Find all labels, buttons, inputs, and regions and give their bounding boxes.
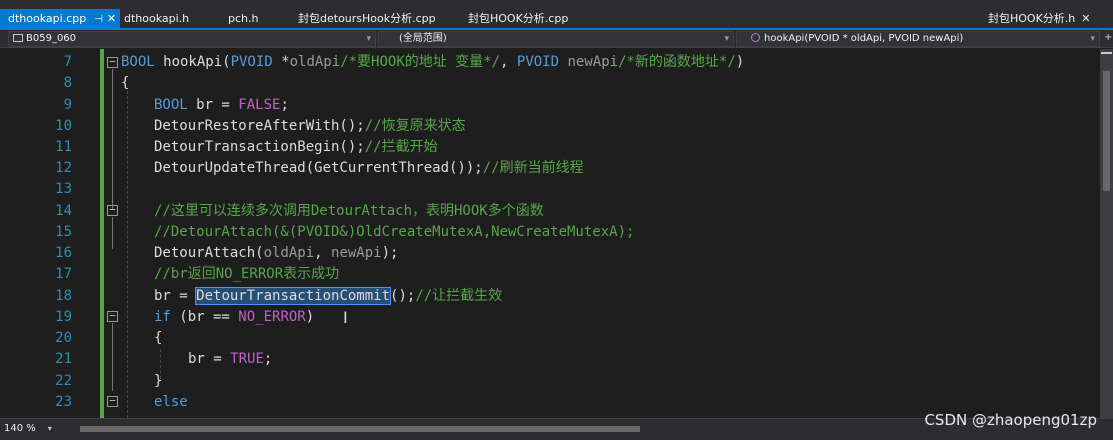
scope-name: (全局范围) xyxy=(399,33,447,44)
code-line: 13 xyxy=(0,179,1100,200)
line-number: 18 xyxy=(55,288,72,304)
code-line: 16 DetourAttach(oldApi, newApi); xyxy=(0,243,1100,264)
tab-label: pch.h xyxy=(228,12,259,25)
code-line: 14 //这里可以连续多次调用DetourAttach，表明HOOK多个函数 xyxy=(0,201,1100,222)
line-number: 17 xyxy=(55,266,72,282)
function-name: hookApi(PVOID * oldApi, PVOID newApi) xyxy=(764,33,964,44)
text-cursor-icon: I xyxy=(343,308,348,327)
line-number: 9 xyxy=(63,97,72,113)
close-icon[interactable]: ✕ xyxy=(1081,12,1090,25)
scrollbar-thumb[interactable] xyxy=(80,426,640,432)
document-tab-bar: dthookapi.cpp ⊣ ✕ dthookapi.h pch.h 封包deto… xyxy=(0,0,1113,28)
line-number: 19 xyxy=(55,309,72,325)
tab-label: dthookapi.h xyxy=(124,12,190,25)
code-text: DetourTransactionBegin();//拦截开始 xyxy=(154,139,438,155)
code-text: DetourUpdateThread(GetCurrentThread());/… xyxy=(154,160,584,176)
code-text: else xyxy=(154,394,188,410)
code-line: 19 if (br == NO_ERROR) xyxy=(0,307,1100,328)
line-number: 14 xyxy=(55,203,72,219)
code-line: 15 //DetourAttach(&(PVOID&)OldCreateMute… xyxy=(0,222,1100,243)
navigation-bar: B059_060 ▾ (全局范围) ▾ hookApi(PVOID * oldA… xyxy=(0,30,1113,48)
line-number: 20 xyxy=(55,330,72,346)
chevron-down-icon: ▾ xyxy=(366,34,371,44)
code-text: DetourAttach(oldApi, newApi); xyxy=(154,245,399,261)
watermark: CSDN @zhaopeng01zp xyxy=(924,411,1097,429)
close-icon[interactable]: ✕ xyxy=(107,12,116,25)
chevron-down-icon: ▾ xyxy=(724,34,729,44)
selected-text: DetourTransactionCommit xyxy=(195,287,392,305)
line-number: 12 xyxy=(55,160,72,176)
split-icon[interactable]: + xyxy=(1104,32,1112,43)
code-text: BOOL br = FALSE; xyxy=(154,97,289,113)
pin-icon[interactable]: ⊣ xyxy=(94,14,103,25)
line-number: 8 xyxy=(63,75,72,91)
chevron-down-icon: ▾ xyxy=(1090,34,1095,44)
scroll-marker xyxy=(1101,52,1112,54)
line-number: 13 xyxy=(55,181,72,197)
code-editor[interactable]: − − − − 7 BOOL hookApi(PVOID *oldApi/*要H… xyxy=(0,49,1100,418)
code-text: br = TRUE; xyxy=(188,351,273,367)
line-number: 16 xyxy=(55,245,72,261)
tab-label: dthookapi.cpp xyxy=(8,12,87,25)
code-text: //这里可以连续多次调用DetourAttach，表明HOOK多个函数 xyxy=(154,203,544,219)
project-dropdown[interactable]: B059_060 ▾ xyxy=(8,31,376,47)
code-text: { xyxy=(121,75,130,91)
code-line: 17 //br返回NO_ERROR表示成功 xyxy=(0,264,1100,285)
tab-dthookapi-cpp[interactable]: dthookapi.cpp ⊣ ✕ xyxy=(0,9,121,28)
line-number: 11 xyxy=(55,139,72,155)
project-icon xyxy=(13,34,23,42)
line-number: 23 xyxy=(55,394,72,410)
tab-dthookapi-h[interactable]: dthookapi.h xyxy=(124,9,189,28)
code-line: 7 BOOL hookApi(PVOID *oldApi/*要HOOK的地址 变… xyxy=(0,52,1100,73)
code-text: if (br == NO_ERROR) xyxy=(154,309,315,325)
chevron-down-icon: ▾ xyxy=(47,424,52,433)
line-number: 10 xyxy=(55,118,72,134)
project-name: B059_060 xyxy=(26,33,77,44)
function-dropdown[interactable]: hookApi(PVOID * oldApi, PVOID newApi) ▾ xyxy=(736,31,1100,47)
line-number: 7 xyxy=(63,54,72,70)
tab-label: 封包detoursHook分析.cpp xyxy=(298,12,436,25)
function-icon xyxy=(751,33,760,42)
tab-pch-h[interactable]: pch.h xyxy=(228,9,258,28)
tab-detours-hook-analysis-cpp[interactable]: 封包detoursHook分析.cpp xyxy=(298,9,436,28)
code-line: 9 BOOL br = FALSE; xyxy=(0,95,1100,116)
code-line: 8 { xyxy=(0,73,1100,94)
tab-hook-analysis-cpp[interactable]: 封包HOOK分析.cpp xyxy=(468,9,568,28)
tab-label: 封包HOOK分析.h xyxy=(988,12,1076,25)
vertical-scrollbar[interactable] xyxy=(1100,49,1113,418)
zoom-dropdown[interactable]: 140 % ▾ xyxy=(4,422,52,436)
code-text: br = DetourTransactionCommit();//让拦截生效 xyxy=(154,287,503,305)
code-text: DetourRestoreAfterWith();//恢复原来状态 xyxy=(154,118,466,134)
scope-dropdown[interactable]: (全局范围) ▾ xyxy=(378,31,734,47)
code-line: 23 else xyxy=(0,392,1100,413)
line-number: 21 xyxy=(55,351,72,367)
tab-label: 封包HOOK分析.cpp xyxy=(468,12,569,25)
zoom-level: 140 % xyxy=(4,423,36,434)
code-line: 22 } xyxy=(0,371,1100,392)
code-text: { xyxy=(154,330,163,346)
line-number: 15 xyxy=(55,224,72,240)
code-text: //br返回NO_ERROR表示成功 xyxy=(154,266,340,282)
code-text: } xyxy=(154,373,163,389)
code-line: 10 DetourRestoreAfterWith();//恢复原来状态 xyxy=(0,116,1100,137)
tab-hook-analysis-h[interactable]: 封包HOOK分析.h ✕ xyxy=(988,9,1091,28)
line-number: 22 xyxy=(55,373,72,389)
code-line: 20 { xyxy=(0,328,1100,349)
code-line: 21 br = TRUE; xyxy=(0,349,1100,370)
code-line: 18 br = DetourTransactionCommit();//让拦截生… xyxy=(0,286,1100,307)
code-text: BOOL hookApi(PVOID *oldApi/*要HOOK的地址 变量*… xyxy=(121,54,745,70)
code-text: //DetourAttach(&(PVOID&)OldCreateMutexA,… xyxy=(154,224,635,240)
code-line: 12 DetourUpdateThread(GetCurrentThread()… xyxy=(0,158,1100,179)
scrollbar-thumb[interactable] xyxy=(1103,71,1110,191)
code-line: 11 DetourTransactionBegin();//拦截开始 xyxy=(0,137,1100,158)
